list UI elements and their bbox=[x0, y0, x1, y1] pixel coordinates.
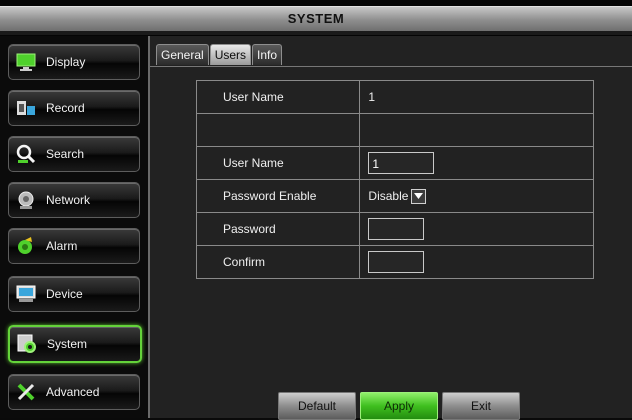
empty-cell bbox=[195, 113, 361, 147]
user-name-label: User Name bbox=[195, 146, 361, 180]
sidebar-item-label: Record bbox=[46, 101, 85, 115]
user-name-input[interactable]: 1 bbox=[368, 152, 435, 174]
sidebar-item-label: Device bbox=[46, 287, 83, 301]
user-name-list-value: 1 bbox=[359, 80, 594, 114]
device-icon bbox=[16, 284, 36, 304]
user-list-row[interactable]: User Name 1 bbox=[195, 80, 594, 114]
dvr-screen: SYSTEM Display Record Search Network Ala… bbox=[0, 0, 632, 420]
password-label: Password bbox=[195, 212, 361, 246]
chevron-down-icon[interactable] bbox=[411, 188, 427, 204]
apply-button[interactable]: Apply bbox=[360, 392, 438, 420]
confirm-cell bbox=[359, 245, 594, 279]
tab-divider bbox=[150, 66, 632, 67]
sidebar-item-label: Advanced bbox=[46, 385, 100, 399]
sidebar: Display Record Search Network Alarm Devi… bbox=[0, 36, 148, 418]
title-divider bbox=[0, 31, 632, 35]
sidebar-item-alarm[interactable]: Alarm bbox=[8, 228, 140, 264]
tab-general[interactable]: General bbox=[156, 44, 209, 65]
sidebar-item-system[interactable]: System bbox=[8, 325, 142, 363]
sidebar-item-label: Display bbox=[46, 55, 86, 69]
monitor-icon bbox=[16, 52, 36, 72]
confirm-label: Confirm bbox=[195, 245, 361, 279]
settings-panel: General Users Info User Name 1 User Name… bbox=[148, 36, 632, 420]
password-input[interactable] bbox=[368, 218, 425, 240]
password-row: Password bbox=[195, 212, 594, 246]
sidebar-item-display[interactable]: Display bbox=[8, 44, 140, 80]
tab-users[interactable]: Users bbox=[209, 44, 252, 65]
exit-button[interactable]: Exit bbox=[442, 392, 520, 420]
confirm-password-input[interactable] bbox=[368, 251, 425, 273]
record-icon bbox=[16, 98, 36, 118]
password-enable-label: Password Enable bbox=[195, 179, 361, 213]
tab-bar: General Users Info bbox=[156, 44, 283, 65]
sidebar-item-label: System bbox=[47, 337, 88, 351]
sidebar-item-search[interactable]: Search bbox=[8, 136, 140, 172]
users-form: User Name 1 User Name 1 Password Enable … bbox=[195, 80, 594, 279]
system-gear-icon bbox=[17, 334, 37, 354]
confirm-row: Confirm bbox=[195, 245, 594, 279]
tab-info[interactable]: Info bbox=[252, 44, 283, 65]
search-icon bbox=[16, 144, 36, 164]
sidebar-item-device[interactable]: Device bbox=[8, 276, 140, 312]
password-enable-select[interactable]: Disable bbox=[368, 188, 427, 204]
alarm-icon bbox=[16, 236, 36, 256]
password-enable-cell: Disable bbox=[359, 179, 594, 213]
network-icon bbox=[16, 190, 36, 210]
sidebar-item-label: Alarm bbox=[46, 239, 78, 253]
tools-icon bbox=[16, 382, 36, 402]
sidebar-item-record[interactable]: Record bbox=[8, 90, 140, 126]
password-enable-value: Disable bbox=[368, 189, 409, 204]
sidebar-item-advanced[interactable]: Advanced bbox=[8, 374, 140, 410]
empty-cell bbox=[359, 113, 594, 147]
sidebar-item-network[interactable]: Network bbox=[8, 182, 140, 218]
window-title: SYSTEM bbox=[0, 6, 632, 32]
empty-user-row[interactable] bbox=[195, 113, 594, 147]
user-name-row: User Name 1 bbox=[195, 146, 594, 180]
user-name-cell: 1 bbox=[359, 146, 594, 180]
password-cell bbox=[359, 212, 594, 246]
sidebar-item-label: Network bbox=[46, 193, 91, 207]
password-enable-row: Password Enable Disable bbox=[195, 179, 594, 213]
user-name-column-label: User Name bbox=[195, 80, 361, 114]
default-button[interactable]: Default bbox=[278, 392, 356, 420]
sidebar-item-label: Search bbox=[46, 147, 85, 161]
